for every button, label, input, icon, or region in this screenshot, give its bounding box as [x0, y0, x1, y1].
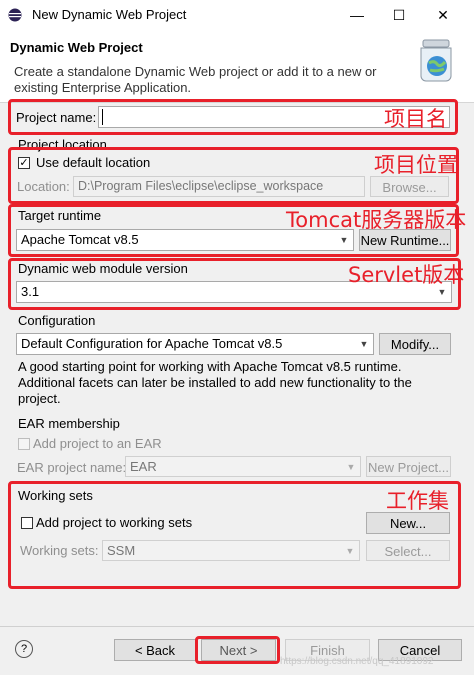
working-sets-group-label: Working sets	[18, 488, 93, 503]
back-button[interactable]: < Back	[114, 639, 196, 661]
add-to-ear-checkbox[interactable]	[18, 438, 30, 450]
footer-separator	[0, 626, 474, 627]
maximize-button[interactable]: ☐	[388, 4, 410, 26]
next-button[interactable]: Next >	[201, 639, 276, 661]
location-input[interactable]: D:\Program Files\eclipse\eclipse_workspa…	[73, 176, 365, 197]
target-runtime-value: Apache Tomcat v8.5	[21, 232, 139, 247]
use-default-location-checkbox[interactable]: ✓	[18, 157, 30, 169]
ear-project-name-value: EAR	[130, 459, 157, 474]
annotation-working-sets: 工作集	[386, 489, 449, 513]
annotation-target-runtime: Tomcat服务器版本	[286, 208, 467, 232]
page-title: Dynamic Web Project	[10, 40, 143, 55]
ear-membership-label: EAR membership	[18, 416, 120, 431]
chevron-down-icon: ▼	[345, 546, 355, 556]
project-location-group-label: Project location	[18, 137, 107, 152]
ear-project-name-label: EAR project name:	[17, 460, 127, 475]
location-label: Location:	[17, 179, 70, 194]
annotation-project-name: 项目名	[384, 107, 447, 131]
annotation-module-version: Servlet版本	[348, 263, 465, 287]
add-to-ear-label: Add project to an EAR	[33, 436, 162, 451]
window-title: New Dynamic Web Project	[32, 7, 187, 22]
module-version-label: Dynamic web module version	[18, 261, 188, 276]
new-ear-project-button[interactable]: New Project...	[366, 456, 451, 477]
minimize-button[interactable]: —	[346, 4, 368, 26]
working-sets-field-label: Working sets:	[20, 543, 99, 558]
project-name-label: Project name:	[16, 110, 97, 125]
annotation-project-location: 项目位置	[374, 153, 458, 177]
chevron-down-icon: ▼	[359, 339, 369, 349]
target-runtime-label: Target runtime	[18, 208, 102, 223]
module-version-value: 3.1	[21, 284, 40, 299]
select-working-sets-button[interactable]: Select...	[366, 540, 450, 561]
configuration-value: Default Configuration for Apache Tomcat …	[21, 336, 283, 351]
help-icon[interactable]: ?	[15, 640, 33, 658]
location-value: D:\Program Files\eclipse\eclipse_workspa…	[78, 179, 324, 193]
configuration-help-text: A good starting point for working with A…	[18, 359, 412, 406]
wizard-banner: Dynamic Web Project Create a standalone …	[0, 30, 474, 103]
watermark-text: https://blog.csdn.net/qq_41891092	[280, 656, 434, 667]
title-bar: New Dynamic Web Project — ☐ ✕	[0, 0, 474, 30]
modify-button[interactable]: Modify...	[379, 333, 451, 355]
configuration-label: Configuration	[18, 313, 96, 328]
close-button[interactable]: ✕	[432, 4, 454, 26]
page-description: Create a standalone Dynamic Web project …	[14, 64, 377, 95]
chevron-down-icon: ▼	[346, 462, 356, 472]
browse-button[interactable]: Browse...	[370, 176, 449, 197]
text-cursor	[102, 109, 103, 125]
working-sets-select[interactable]: SSM ▼	[102, 540, 360, 561]
configuration-select[interactable]: Default Configuration for Apache Tomcat …	[16, 333, 374, 355]
working-sets-value: SSM	[107, 543, 136, 558]
add-to-working-sets-checkbox[interactable]	[21, 517, 33, 529]
web-project-jar-icon	[420, 39, 452, 82]
use-default-location-label: Use default location	[36, 155, 151, 170]
eclipse-icon	[8, 8, 22, 22]
new-working-set-button[interactable]: New...	[366, 512, 450, 534]
ear-project-name-select[interactable]: EAR ▼	[125, 456, 361, 477]
add-to-working-sets-label: Add project to working sets	[36, 515, 193, 530]
